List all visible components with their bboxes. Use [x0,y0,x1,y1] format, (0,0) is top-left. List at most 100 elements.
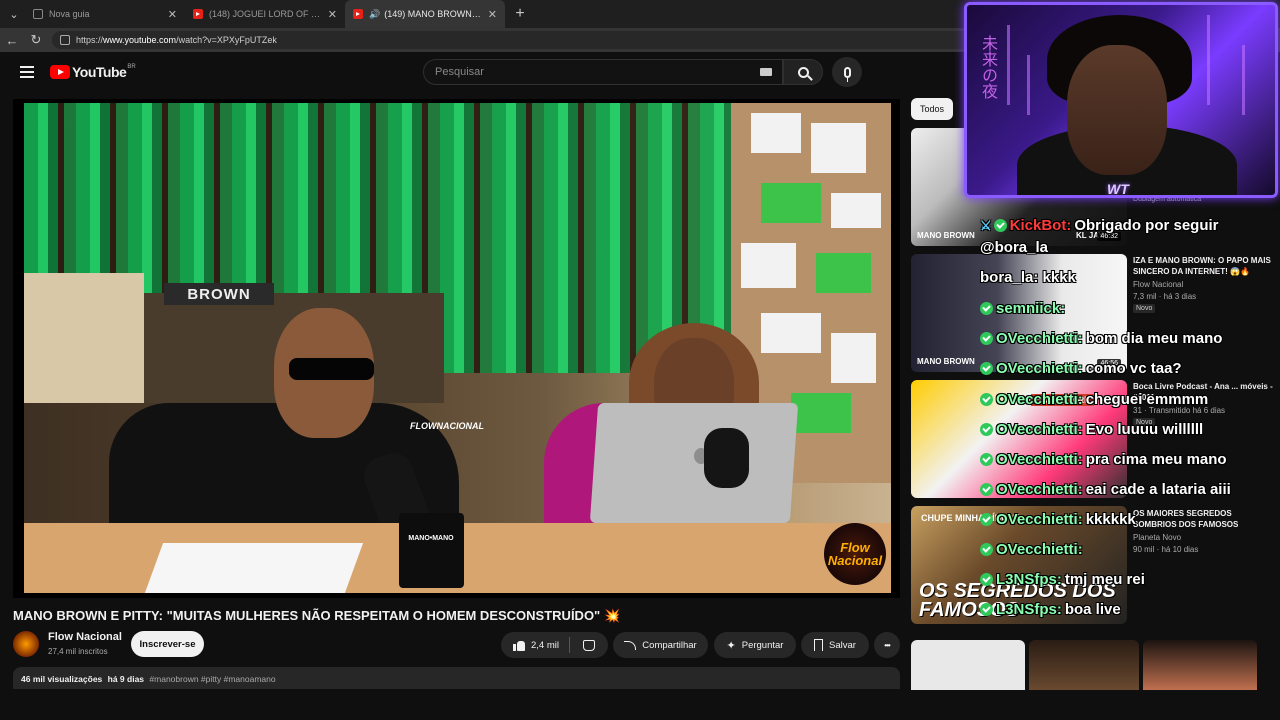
country-code: BR [127,64,136,70]
url-host: www.youtube.com [103,35,177,45]
logo-text: YouTube [72,64,127,80]
search-input[interactable]: Pesquisar [423,59,783,85]
chat-message: ⚔ KickBot: Obrigado por seguir [980,217,1219,234]
chat-username: KickBot: [1009,217,1072,234]
recommended-views: 90 mil · há 10 dias [1133,545,1199,555]
verified-icon [980,393,993,406]
channel-name[interactable]: Flow Nacional [48,631,122,643]
recommended-channel: Planeta Novo [1133,533,1182,543]
chat-message: bora_la: kkkk [980,269,1076,286]
reload-icon[interactable]: ↻ [24,32,48,48]
close-tab-icon[interactable]: ✕ [328,8,337,21]
chat-username: L3NSfps: [996,571,1062,588]
chat-text: cheguei emmmm [1085,391,1209,408]
save-label: Salvar [829,639,856,651]
recommended-thumbnail[interactable] [1029,640,1139,690]
like-dislike-group: 2,4 mil [501,632,608,658]
chat-message: OVecchietti: pra cima meu mano [980,451,1227,468]
hashtags[interactable]: #manobrown #pitty #manoamano [149,674,275,684]
sword-icon: ⚔ [980,217,992,233]
japanese-sign: 未来の夜 [979,35,996,99]
chat-text: @bora_la [980,239,1048,256]
url-prefix: https:// [76,35,104,45]
ask-label: Perguntar [741,639,784,651]
search-icon [797,66,809,78]
chat-username: OVecchietti: [996,541,1083,558]
new-badge: Novo [1133,304,1156,314]
chat-message: OVecchietti: cheguei emmmm [980,391,1208,408]
browser-tab-3[interactable]: 🔊 (149) MANO BROWN E PITTY: "MUIT ✕ [345,0,505,28]
verified-icon [980,543,993,556]
search-button[interactable] [783,59,823,85]
recommended-title: OS MAIORES SEGREDOS SOMBRIOS DOS FAMOSOS [1133,509,1239,530]
menu-icon[interactable] [20,66,34,78]
filter-chip-all[interactable]: Todos [911,98,953,120]
youtube-play-icon [50,65,70,79]
chat-text: como vc taa? [1085,360,1182,377]
browser-tab-2[interactable]: (148) JOGUEI LORD OF MYSTERIES ✕ [185,0,345,28]
video-title-text: MANO BROWN E PITTY: "MUITAS MULHERES NÃO… [13,608,601,623]
voice-search-button[interactable] [832,57,862,87]
more-actions-button[interactable]: ••• [874,632,900,658]
like-button[interactable]: 2,4 mil [501,637,570,653]
tab-search-icon[interactable]: ⌄ [3,3,25,25]
recommended-channel: Flow Nacional [1133,280,1184,290]
chat-username: OVecchietti: [996,360,1083,377]
subscribe-button[interactable]: Inscrever-se [131,631,204,657]
save-button[interactable]: Salvar [801,632,869,658]
flow-nacional-logo: Flow Nacional [824,523,886,585]
brown-sign: BROWN [164,283,274,305]
logo-text: Flow Nacional [827,540,883,568]
chat-text: pra cima meu mano [1085,451,1227,468]
shelf [24,273,144,403]
browser-tab-1[interactable]: Nova guia ✕ [25,0,185,28]
upload-age: há 9 dias [107,674,145,684]
verified-icon [980,302,993,315]
speaker-icon[interactable]: 🔊 [369,9,380,20]
ask-button[interactable]: ✦ Perguntar [714,632,796,658]
back-icon[interactable]: ← [0,33,24,48]
page-icon [33,9,43,19]
share-button[interactable]: Compartilhar [613,632,708,658]
microphone-icon [843,66,851,82]
thumb-down-icon [582,639,595,651]
recommended-title: IZA E MANO BROWN: O PAPO MAIS SINCERO DA… [1133,256,1271,277]
verified-icon [980,573,993,586]
video-watermark: FLOWNACIONAL [410,421,484,431]
close-tab-icon[interactable]: ✕ [488,8,497,21]
tab-title: (148) JOGUEI LORD OF MYSTERIES [209,9,322,19]
chat-username: OVecchietti: [996,391,1083,408]
recommended-thumbnail[interactable] [1143,640,1257,690]
verified-icon [980,483,993,496]
verified-icon [980,362,993,375]
site-info-icon[interactable] [60,35,70,45]
video-player[interactable]: BROWN MANO•MANO FLOWNACIONAL Flow Nacion… [13,99,900,598]
thumbnail-text: MANO BROWN [917,231,975,240]
chat-message: semniick: [980,300,1068,317]
video-frame: BROWN MANO•MANO FLOWNACIONAL Flow Nacion… [24,103,891,593]
youtube-logo[interactable]: YouTube BR [50,64,136,80]
chat-text: Evo luuuu willllll [1085,421,1204,438]
bookmark-icon [814,639,824,651]
chat-username: OVecchietti: [996,451,1083,468]
laptop [589,403,799,523]
youtube-icon [353,9,363,19]
recommended-meta[interactable]: IZA E MANO BROWN: O PAPO MAIS SINCERO DA… [1133,255,1273,314]
dislike-button[interactable] [570,639,608,651]
new-tab-icon[interactable]: + [509,5,531,23]
keyboard-icon[interactable] [760,68,772,76]
url-field[interactable]: https://www.youtube.com/watch?v=XPXyFpUT… [52,31,972,49]
chat-text: boa live [1064,601,1121,618]
streamer-logo: WT [1107,181,1129,197]
thumb-up-icon [513,640,525,651]
chat-text: tmj meu rei [1064,571,1145,588]
close-tab-icon[interactable]: ✕ [168,8,177,21]
like-count: 2,4 mil [531,639,559,651]
verified-icon [980,423,993,436]
verified-icon [980,513,993,526]
description-box[interactable]: 46 mil visualizações há 9 dias #manobrow… [13,667,900,689]
subscriber-count: 27,4 mil inscritos [48,647,108,656]
recommended-meta[interactable]: OS MAIORES SEGREDOS SOMBRIOS DOS FAMOSOS… [1133,508,1273,554]
recommended-thumbnail[interactable] [911,640,1025,690]
channel-avatar[interactable] [13,631,39,657]
